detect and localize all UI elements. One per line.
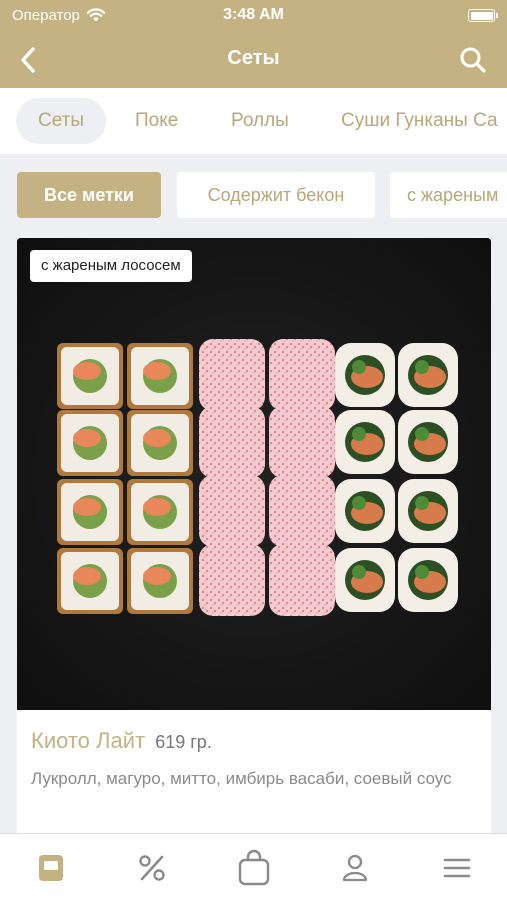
product-weight: 619 гр. (155, 732, 212, 752)
status-bar: Оператор 3:48 AM (0, 0, 507, 30)
tag-bacon[interactable]: Содержит бекон (177, 172, 375, 218)
product-name: Киото Лайт (31, 728, 146, 753)
product-card[interactable]: с жареным лососем Киото Лайт 619 гр. Лук… (17, 238, 491, 838)
tab-promotions[interactable] (132, 848, 172, 888)
hamburger-icon (443, 858, 471, 878)
tag-filters: Все метки Содержит бекон с жареным (0, 170, 507, 218)
product-description: Лукролл, магуро, митто, имбирь васаби, с… (31, 769, 452, 788)
tab-bar (0, 833, 507, 900)
category-tabs: Сеты Поке Роллы Суши Гунканы Са (0, 88, 507, 154)
tag-all[interactable]: Все метки (17, 172, 161, 218)
app-header: Оператор 3:48 AM Сеты (0, 0, 507, 88)
nav-bar: Сеты (0, 30, 507, 88)
search-icon (460, 47, 486, 73)
clock: 3:48 AM (223, 6, 284, 23)
category-tab-sushi[interactable]: Суши Гунканы Са (319, 98, 507, 144)
tab-cart[interactable] (234, 848, 274, 888)
tab-menu[interactable] (31, 848, 71, 888)
battery-icon (468, 9, 498, 22)
page-title: Сеты (227, 47, 280, 69)
tag-fried[interactable]: с жареным (390, 172, 507, 218)
tab-profile[interactable] (335, 848, 375, 888)
category-tab-sets[interactable]: Сеты (16, 98, 107, 144)
profile-icon (342, 854, 368, 882)
sushi-set-image (17, 238, 491, 710)
tab-more[interactable] (437, 848, 477, 888)
menu-book-icon (39, 855, 63, 881)
category-tab-rolls[interactable]: Роллы (209, 98, 311, 144)
category-tab-poke[interactable]: Поке (113, 98, 200, 144)
product-title: Киото Лайт 619 гр. (31, 728, 212, 754)
product-image: с жареным лососем (17, 238, 491, 710)
bag-icon (238, 849, 270, 886)
search-button[interactable] (453, 40, 493, 80)
percent-icon (139, 855, 165, 881)
product-badge: с жареным лососем (30, 250, 192, 282)
